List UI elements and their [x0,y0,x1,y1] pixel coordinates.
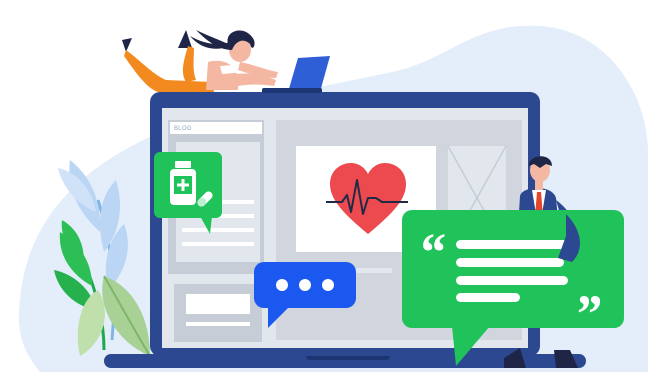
blog-tab-label: BLOG [174,126,192,132]
text-line [182,228,254,232]
bubble-text-line [456,293,520,302]
text-line [182,242,254,246]
text-line [186,322,250,326]
image-placeholder [186,294,250,314]
quote-close-icon: ” [574,284,601,344]
quote-open-icon: “ [418,222,445,282]
woman-figure [122,30,278,92]
bubble-text-line [456,240,568,249]
illustration-canvas: “ ” [18,25,648,372]
typing-dots-icon [276,279,334,291]
medical-blog-illustration: “ ” BLOG [0,0,648,372]
bubble-text-line [456,276,568,285]
bubble-text-line [456,258,564,267]
